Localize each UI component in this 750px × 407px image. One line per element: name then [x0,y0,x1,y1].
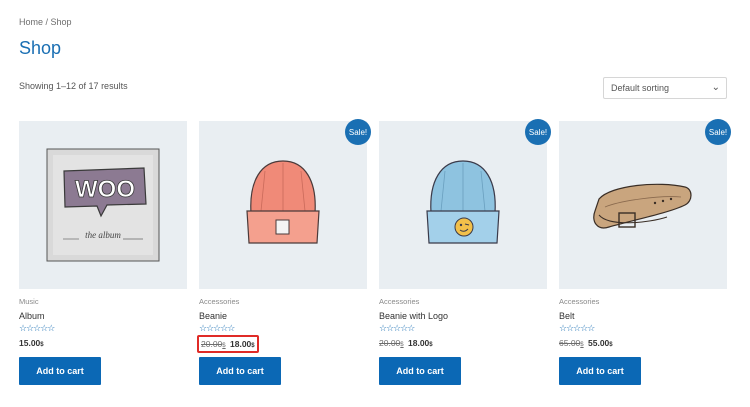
product-category[interactable]: Music [19,297,39,306]
original-price: 20.00 [201,339,223,349]
currency-symbol: $ [609,342,613,348]
result-count: Showing 1–12 of 17 results [19,81,128,91]
add-to-cart-button[interactable]: Add to cart [559,357,641,385]
product-image-belt[interactable] [559,121,727,289]
product-image-beanie[interactable] [199,121,367,289]
product-image-beanie-with-logo[interactable] [379,121,547,289]
album-cover-image: WOO the album [46,148,160,262]
product-title[interactable]: Beanie [199,311,227,321]
album-caption-text: the album [85,230,121,240]
sale-badge: Sale! [525,119,551,145]
product-card-belt: Sale! Accessories Belt ☆☆☆☆☆ 65.00$ 55.0… [559,119,731,391]
product-category[interactable]: Accessories [379,297,419,306]
currency-symbol: $ [580,342,584,348]
product-title[interactable]: Beanie with Logo [379,311,448,321]
beanie-image [246,160,320,244]
beanie-with-logo-image [426,160,500,244]
add-to-cart-button[interactable]: Add to cart [379,357,461,385]
sorting-select[interactable]: Default sorting ⌄ [603,77,727,99]
product-price: 20.00$ 18.00$ [197,335,259,353]
product-category[interactable]: Accessories [559,297,599,306]
album-logo-text: WOO [75,176,135,203]
breadcrumb-home-link[interactable]: Home [19,17,43,27]
original-price: 65.00 [559,338,581,348]
product-category[interactable]: Accessories [199,297,239,306]
original-price: 20.00 [379,338,401,348]
star-rating-icon: ☆☆☆☆☆ [379,323,415,333]
breadcrumb: Home / Shop [19,17,72,27]
currency-symbol: $ [400,342,404,348]
sale-badge: Sale! [345,119,371,145]
page-title: Shop [19,38,62,58]
current-price: 15.00 [19,338,41,348]
sale-price: 18.00 [230,339,252,349]
price-highlight-box: 20.00$ 18.00$ [197,335,259,353]
currency-symbol: $ [251,343,255,349]
product-price: 65.00$ 55.00$ [559,338,613,348]
currency-symbol: $ [40,342,44,348]
star-rating-icon: ☆☆☆☆☆ [559,323,595,333]
product-title[interactable]: Album [19,311,45,321]
add-to-cart-button[interactable]: Add to cart [199,357,281,385]
chevron-down-icon: ⌄ [711,82,720,93]
currency-symbol: $ [222,343,226,349]
product-title[interactable]: Belt [559,311,575,321]
breadcrumb-separator: / [43,17,51,27]
star-rating-icon: ☆☆☆☆☆ [19,323,55,333]
product-card-beanie: Sale! Accessories Beanie ☆☆☆☆☆ 20.00$ 18… [197,119,371,391]
add-to-cart-button[interactable]: Add to cart [19,357,101,385]
star-rating-icon: ☆☆☆☆☆ [199,323,235,333]
product-card-beanie-with-logo: Sale! Accessories Beanie with Logo ☆☆☆☆☆… [379,119,551,391]
sale-price: 18.00 [408,338,430,348]
product-card-album: WOO the album Music Album ☆☆☆☆☆ 15.00$ A… [19,121,187,391]
belt-image [593,183,692,229]
product-price: 15.00$ [19,338,44,348]
product-price: 20.00$ 18.00$ [379,338,433,348]
currency-symbol: $ [429,342,433,348]
breadcrumb-current: Shop [50,17,72,27]
sale-price: 55.00 [588,338,610,348]
sale-badge: Sale! [705,119,731,145]
sorting-selected-value: Default sorting [611,83,670,93]
product-image-album[interactable]: WOO the album [19,121,187,289]
